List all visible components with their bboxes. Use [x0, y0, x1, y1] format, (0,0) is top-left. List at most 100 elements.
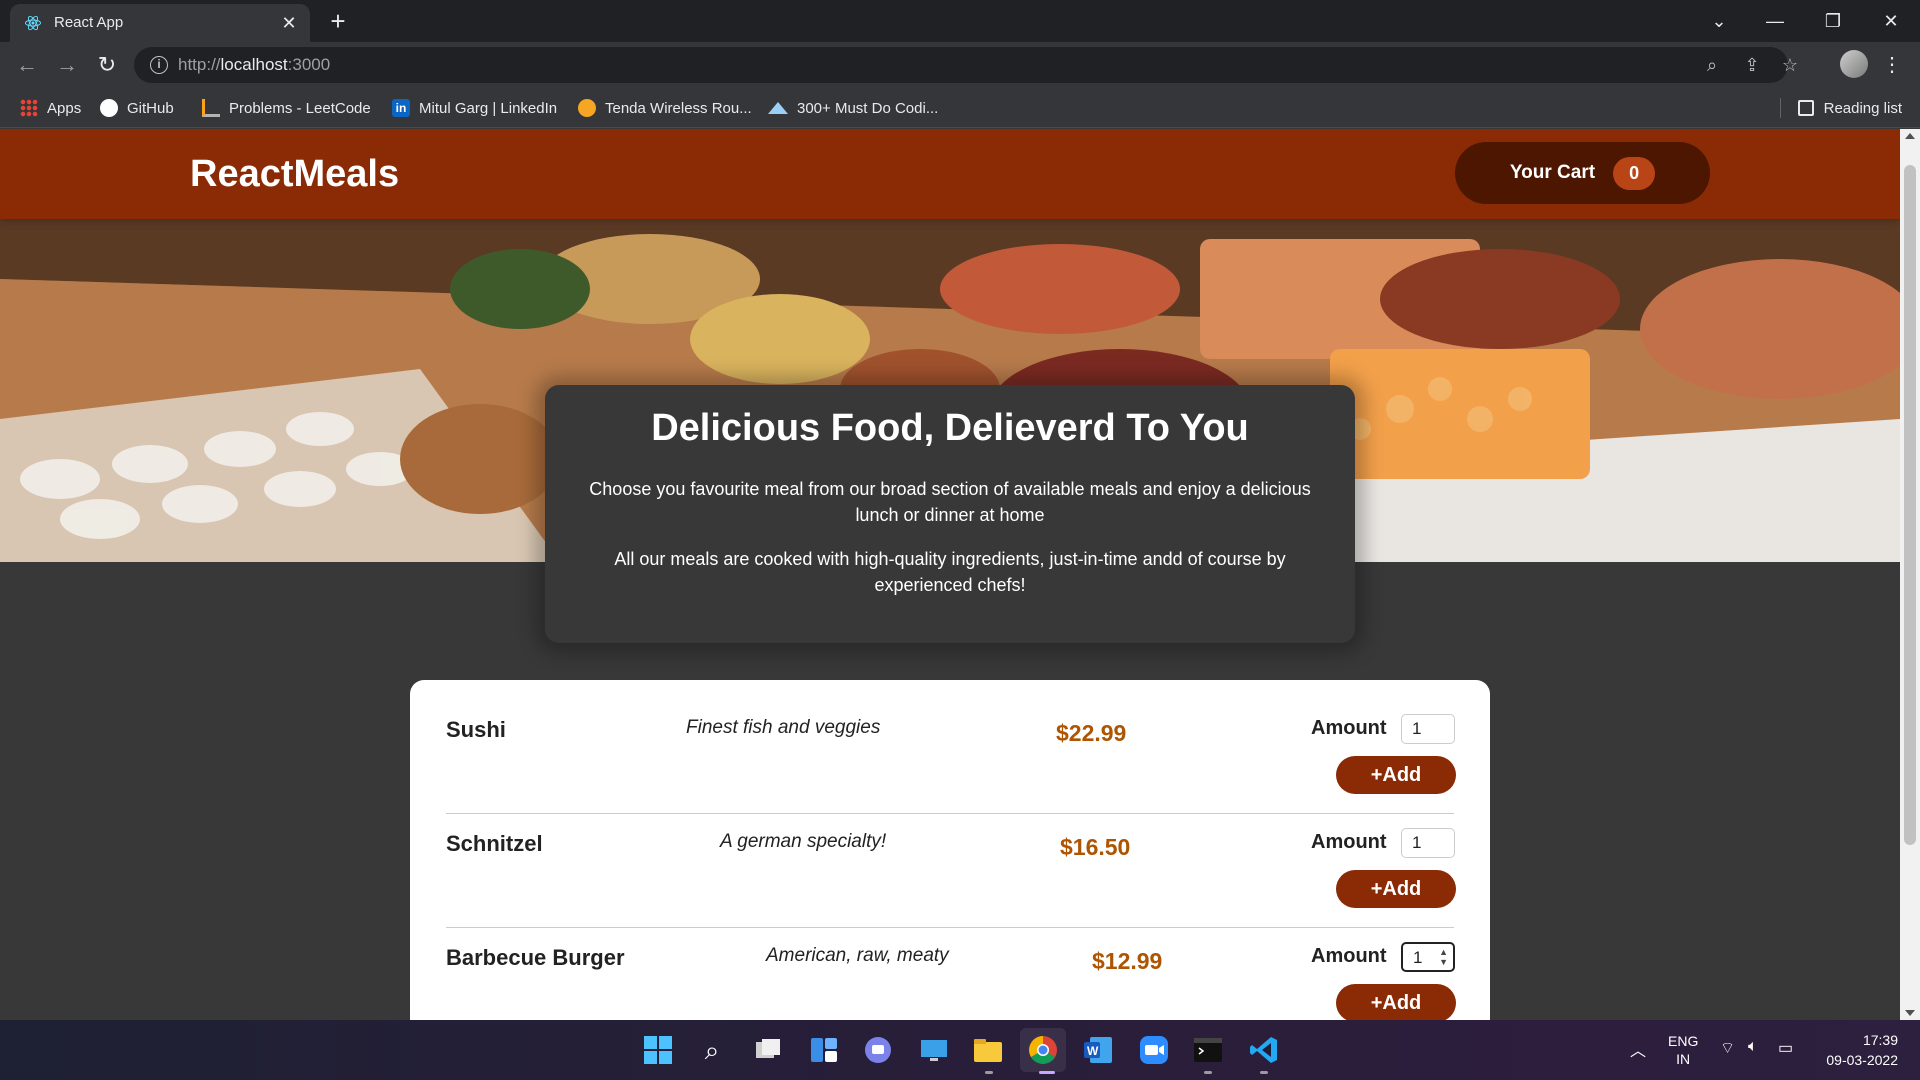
meal-description: Finest fish and veggies [686, 717, 881, 738]
amount-input[interactable]: 1 ▲ ▼ [1401, 942, 1455, 972]
add-to-cart-button[interactable]: +Add [1336, 756, 1456, 794]
bookmark-label: Tenda Wireless Rou... [605, 99, 752, 117]
running-indicator [985, 1071, 993, 1074]
bookmark-star-icon[interactable]: ☆ [1778, 53, 1802, 77]
reading-list-button[interactable]: Reading list [1779, 96, 1902, 120]
close-tab-icon[interactable]: ✕ [278, 12, 300, 34]
summary-paragraph: All our meals are cooked with high-quali… [614, 549, 1286, 595]
file-explorer-icon[interactable] [972, 1034, 1004, 1066]
meal-price: $16.50 [1060, 834, 1131, 860]
bookmark-label: 300+ Must Do Codi... [797, 99, 939, 117]
site-info-icon[interactable]: i [150, 56, 168, 74]
search-icon[interactable]: ⌕ [696, 1034, 728, 1066]
summary-paragraph: Choose you favourite meal from our broad… [589, 479, 1311, 525]
meal-item-barbecue-burger: Barbecue Burger American, raw, meaty $12… [446, 928, 1456, 1020]
clock-date: 09-03-2022 [1826, 1052, 1898, 1068]
active-indicator [1039, 1071, 1055, 1074]
cart-button[interactable]: Your Cart 0 [1455, 142, 1710, 204]
add-to-cart-button[interactable]: +Add [1336, 870, 1456, 908]
cart-label: Your Cart [1509, 162, 1596, 183]
amount-input[interactable]: 1 [1401, 828, 1455, 858]
bookmark-label: GitHub [127, 99, 174, 117]
reading-list-icon [1797, 100, 1814, 116]
back-arrow-icon[interactable]: ← [12, 50, 42, 80]
bookmark-label: Problems - LeetCode [229, 99, 371, 117]
meal-item-sushi: Sushi Finest fish and veggies $22.99 Amo… [446, 700, 1456, 814]
add-to-cart-button[interactable]: +Add [1336, 984, 1456, 1020]
react-logo-icon [25, 15, 41, 31]
meal-price: $22.99 [1056, 720, 1127, 746]
volume-icon[interactable]: 🔈︎ [1748, 1038, 1758, 1056]
new-tab-button[interactable]: + [325, 8, 351, 34]
divider [1779, 98, 1781, 118]
meals-list-card: Sushi Finest fish and veggies $22.99 Amo… [410, 680, 1490, 1020]
restore-button[interactable]: ❐ [1818, 6, 1848, 36]
apps-grid-icon [20, 99, 38, 117]
leetcode-icon [202, 99, 220, 117]
region-code: IN [1676, 1051, 1691, 1067]
app-header: ReactMeals Your Cart 0 [0, 129, 1900, 219]
minimize-button[interactable]: — [1760, 6, 1790, 36]
svg-text:W: W [1087, 1044, 1099, 1058]
bookmark-tenda[interactable]: Tenda Wireless Rou... [578, 96, 752, 120]
profile-avatar[interactable] [1840, 50, 1868, 78]
task-view-icon[interactable] [752, 1034, 784, 1066]
clock-time: 17:39 [1862, 1032, 1898, 1048]
widgets-icon[interactable] [808, 1034, 840, 1066]
forward-arrow-icon[interactable]: → [52, 50, 82, 80]
desktop-icon[interactable] [918, 1034, 950, 1066]
amount-label: Amount [1311, 945, 1387, 967]
terminal-icon[interactable] [1192, 1034, 1224, 1066]
bookmark-github[interactable]: GitHub [100, 96, 174, 120]
app-logo: ReactMeals [190, 153, 400, 195]
zoom-icon[interactable]: ⌕ [1700, 53, 1724, 77]
browser-menu-icon[interactable]: ⋮ [1880, 50, 1904, 80]
amount-input[interactable]: 1 [1401, 714, 1455, 744]
amount-label: Amount [1311, 717, 1387, 739]
linkedin-icon: in [392, 99, 410, 117]
scrollbar-thumb[interactable] [1904, 165, 1916, 845]
battery-icon[interactable]: ▭ [1778, 1038, 1793, 1058]
meal-item-schnitzel: Schnitzel A german specialty! $16.50 Amo… [446, 814, 1456, 928]
bookmark-apps[interactable]: Apps [20, 96, 81, 120]
browser-tab-strip: React App ✕ + ⌄ — ❐ ✕ [0, 0, 1920, 42]
number-spinner-icon[interactable]: ▲ ▼ [1439, 947, 1448, 967]
system-clock[interactable]: 17:39 09-03-2022 [1818, 1030, 1898, 1070]
mountain-icon [768, 102, 788, 114]
address-bar[interactable]: i http://localhost:3000 ⌕ ⇪ ☆ [134, 47, 1798, 83]
share-icon[interactable]: ⇪ [1740, 53, 1764, 77]
input-language-indicator[interactable]: ENG IN [1668, 1032, 1698, 1068]
reading-list-label: Reading list [1823, 99, 1902, 117]
word-icon[interactable]: W [1082, 1034, 1114, 1066]
bookmark-leetcode[interactable]: Problems - LeetCode [202, 96, 371, 120]
wifi-icon[interactable]: ⌔ [1720, 1038, 1735, 1058]
tab-search-icon[interactable]: ⌄ [1704, 6, 1734, 36]
show-hidden-icons-chevron-icon[interactable]: ︿ [1630, 1037, 1646, 1061]
zoom-app-icon[interactable] [1138, 1034, 1170, 1066]
page-viewport: ReactMeals Your Cart 0 Delicious Food, D… [0, 129, 1900, 1020]
summary-card: Delicious Food, Delieverd To You Choose … [545, 385, 1355, 643]
bookmark-linkedin[interactable]: in Mitul Garg | LinkedIn [392, 96, 557, 120]
page-scrollbar[interactable] [1900, 129, 1920, 1020]
meal-description: American, raw, meaty [766, 945, 949, 966]
windows-start-icon[interactable] [642, 1034, 674, 1066]
reload-icon[interactable]: ↻ [92, 50, 122, 80]
scroll-down-arrow-icon[interactable] [1905, 1010, 1915, 1016]
vscode-icon[interactable] [1248, 1034, 1280, 1066]
close-window-button[interactable]: ✕ [1876, 6, 1906, 36]
chrome-icon[interactable] [1020, 1028, 1066, 1072]
scroll-up-arrow-icon[interactable] [1905, 133, 1915, 139]
meal-price: $12.99 [1092, 948, 1163, 974]
url-text: http://localhost:3000 [178, 55, 331, 74]
meal-name: Sushi [446, 717, 506, 742]
teams-chat-icon[interactable] [862, 1034, 894, 1066]
bookmark-must-do[interactable]: 300+ Must Do Codi... [768, 96, 938, 120]
bookmark-label: Apps [47, 99, 82, 117]
meal-name: Schnitzel [446, 831, 543, 856]
bookmark-label: Mitul Garg | LinkedIn [419, 99, 558, 117]
lang-code: ENG [1668, 1033, 1699, 1049]
meal-name: Barbecue Burger [446, 945, 625, 970]
amount-label: Amount [1311, 831, 1387, 853]
browser-tab[interactable]: React App ✕ [10, 4, 310, 42]
meal-description: A german specialty! [720, 831, 887, 852]
